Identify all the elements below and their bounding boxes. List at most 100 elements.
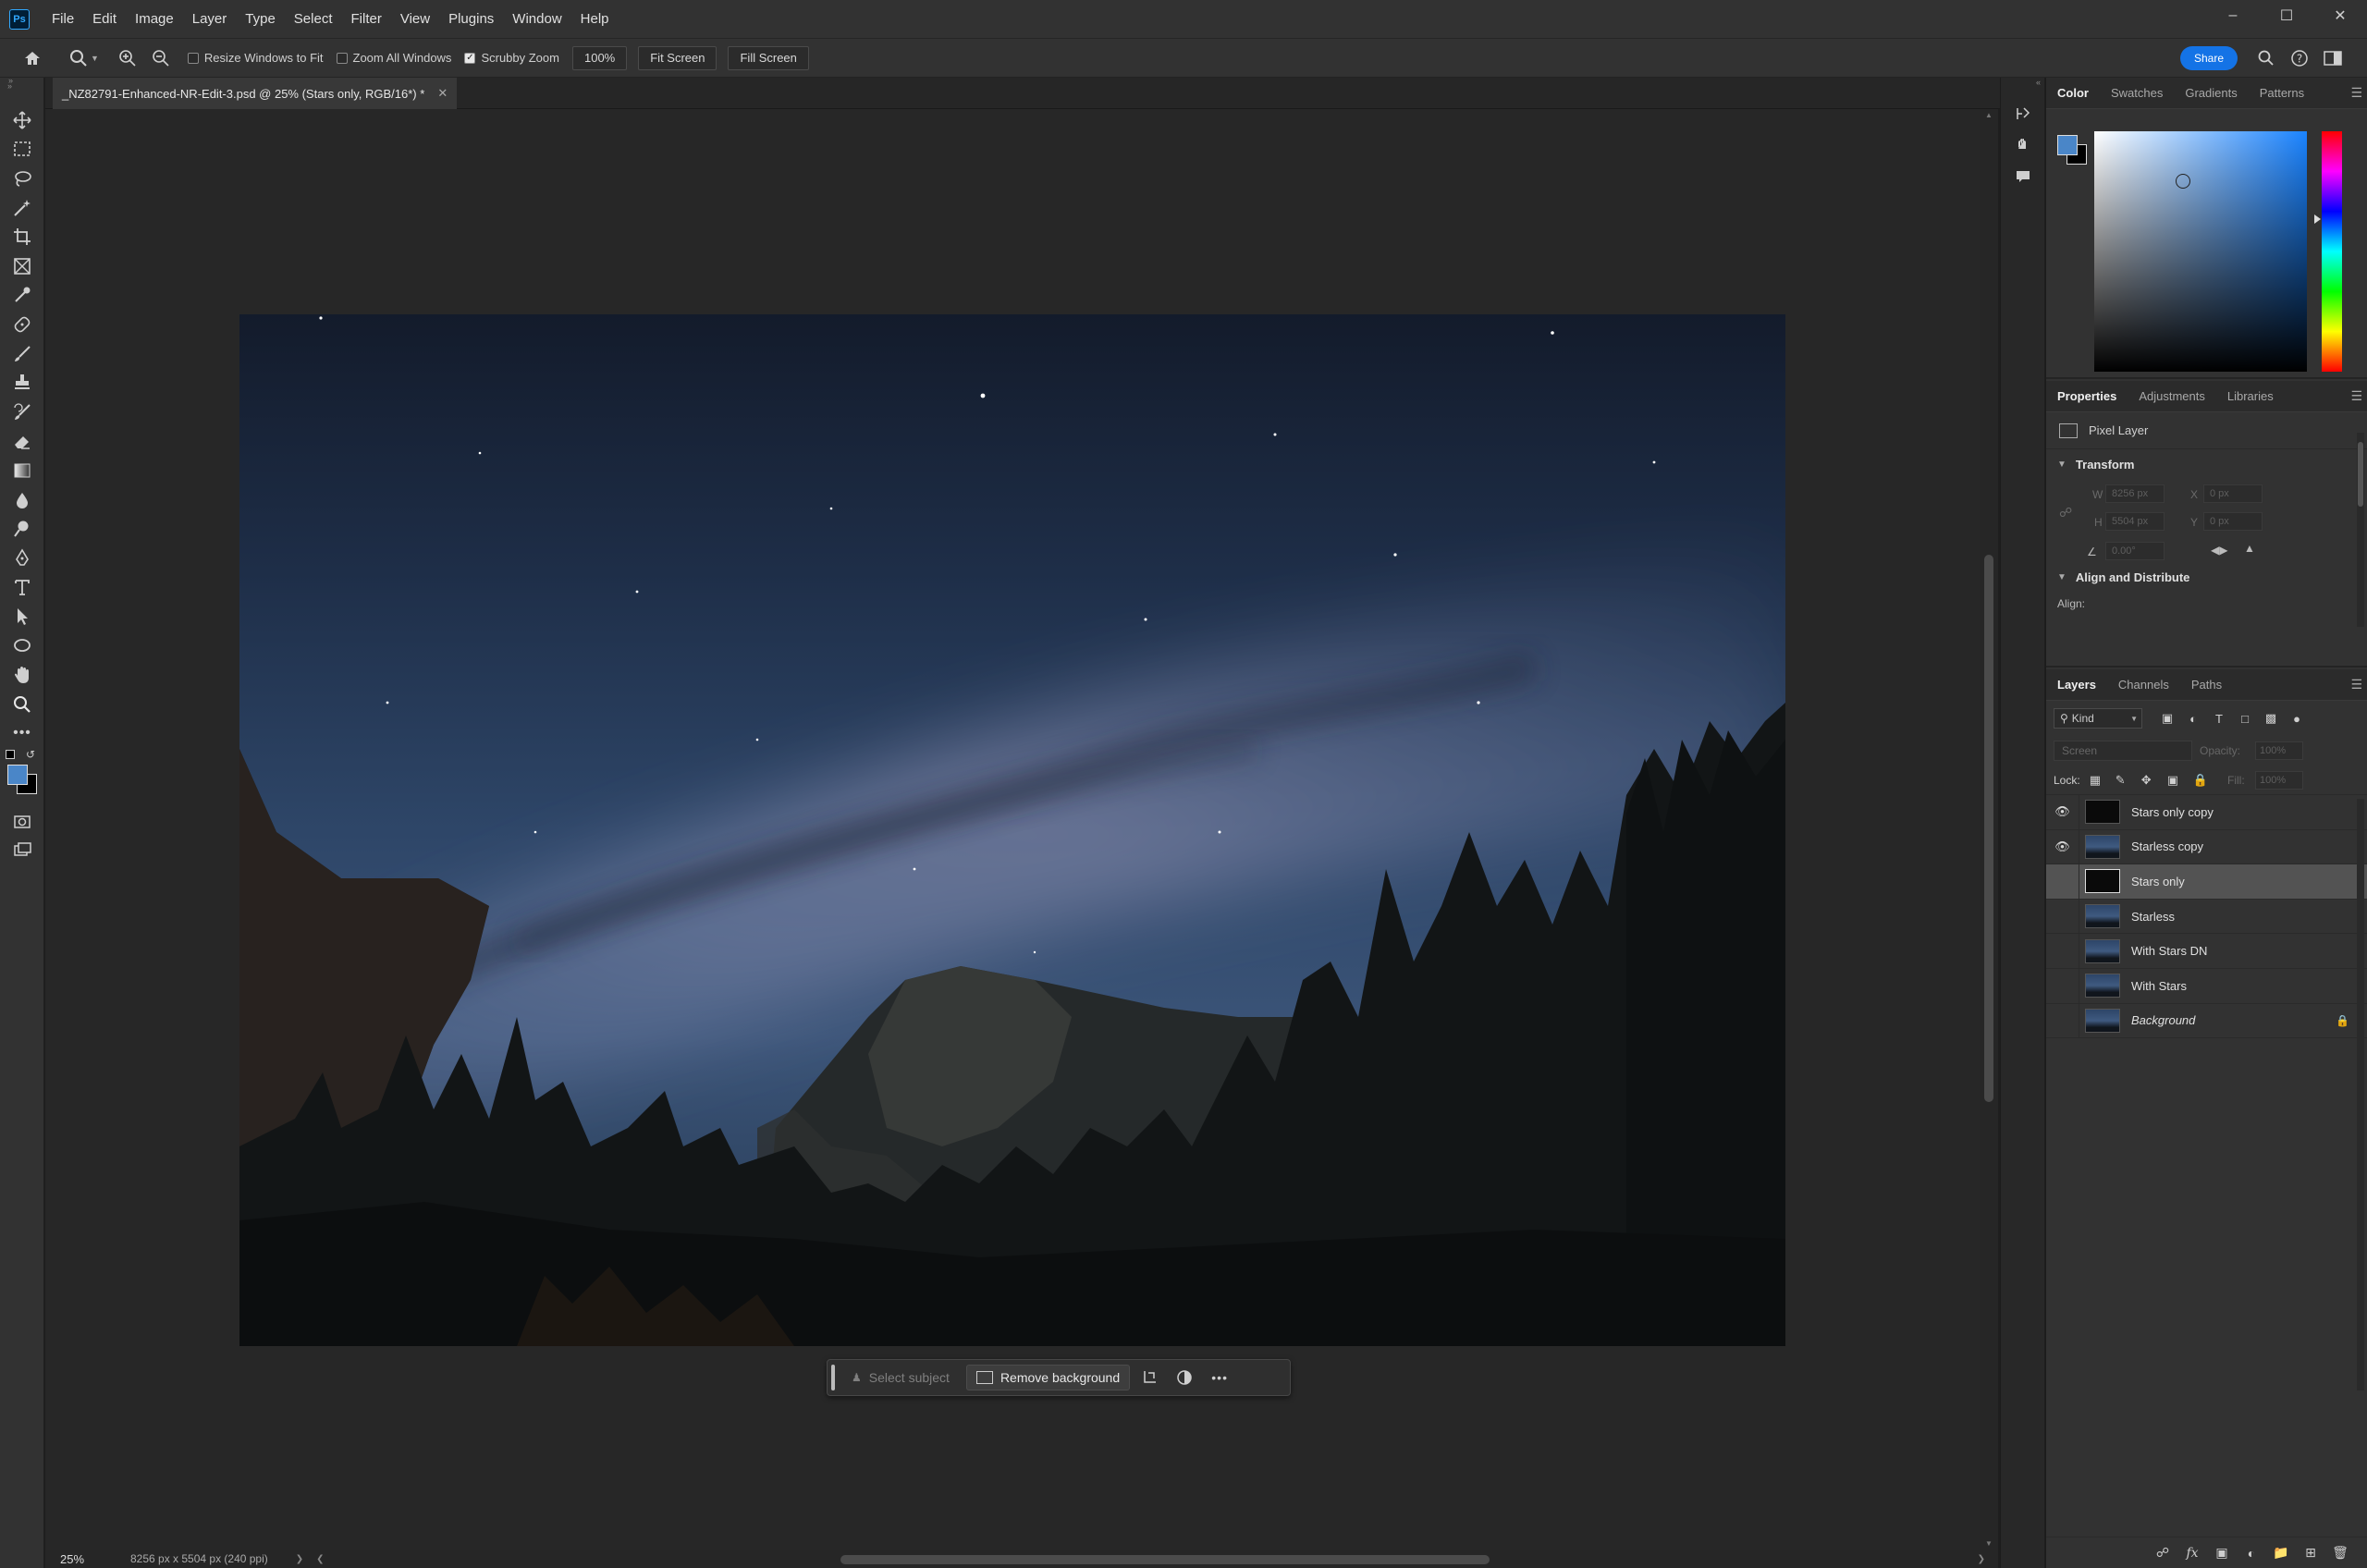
menu-type[interactable]: Type — [236, 0, 285, 39]
menu-layer[interactable]: Layer — [183, 0, 237, 39]
filter-pixel-icon[interactable]: ▣ — [2159, 710, 2176, 727]
filter-adjustment-icon[interactable]: ◐ — [2185, 710, 2201, 727]
drag-handle-icon[interactable] — [831, 1365, 835, 1390]
tab-channels[interactable]: Channels — [2107, 669, 2180, 701]
default-colors-icon[interactable] — [6, 750, 15, 760]
history-panel-icon[interactable] — [2001, 98, 2045, 129]
zoom-tool-preset-icon[interactable] — [65, 44, 92, 72]
document-canvas-image[interactable] — [239, 314, 1785, 1346]
healing-brush-tool-icon[interactable] — [0, 310, 44, 339]
lock-all-icon[interactable]: 🔒 — [2193, 773, 2210, 788]
x-field[interactable]: 0 px — [2203, 484, 2263, 503]
layer-row[interactable]: 👁 Starless copy — [2046, 829, 2367, 865]
link-layers-icon[interactable]: ☍ — [2148, 1545, 2177, 1561]
panel-menu-icon[interactable]: ☰ — [2350, 85, 2362, 101]
move-tool-icon[interactable] — [0, 105, 44, 135]
zoom-out-icon[interactable] — [147, 44, 175, 72]
blend-mode-select[interactable]: Screen — [2054, 741, 2192, 761]
visibility-toggle[interactable] — [2046, 968, 2079, 1003]
scroll-right-icon[interactable]: ❯ — [1978, 1554, 1985, 1564]
adjustment-layer-icon[interactable]: ◐ — [2237, 1546, 2266, 1561]
color-picker-cursor[interactable] — [2176, 174, 2190, 189]
kind-filter-select[interactable]: ⚲ Kind ▼ — [2054, 708, 2142, 729]
lock-transparent-icon[interactable]: ▦ — [2090, 773, 2106, 788]
tab-patterns[interactable]: Patterns — [2249, 78, 2315, 109]
search-icon[interactable] — [2254, 46, 2278, 70]
layer-row[interactable]: 👁 Stars only copy — [2046, 794, 2367, 830]
close-tab-icon[interactable]: ✕ — [437, 86, 448, 101]
lasso-tool-icon[interactable] — [0, 164, 44, 193]
select-subject-button[interactable]: ♟ Select subject — [842, 1365, 959, 1390]
fill-screen-button[interactable]: Fill Screen — [728, 45, 809, 70]
marquee-tool-icon[interactable] — [0, 135, 44, 165]
screen-mode-icon[interactable] — [0, 837, 44, 866]
fill-field[interactable]: 100% — [2255, 771, 2303, 790]
zoom-all-windows-checkbox[interactable]: Zoom All Windows — [336, 51, 451, 65]
visibility-toggle[interactable]: 👁 — [2046, 794, 2079, 829]
ellipse-tool-icon[interactable] — [0, 631, 44, 661]
hand-tool-icon[interactable] — [0, 660, 44, 690]
zoom-tool-icon[interactable] — [0, 690, 44, 719]
canvas-area[interactable]: ♟ Select subject Remove background ••• — [45, 109, 1980, 1550]
foreground-color-swatch[interactable] — [2057, 135, 2078, 155]
more-tools-icon[interactable]: ••• — [0, 718, 44, 748]
horizontal-scroll-thumb[interactable] — [840, 1555, 1490, 1564]
crop-mask-icon[interactable] — [1134, 1365, 1165, 1390]
close-window-icon[interactable]: ✕ — [2313, 0, 2367, 31]
add-mask-icon[interactable]: ▣ — [2207, 1545, 2237, 1561]
zoom-level[interactable]: 25% — [60, 1552, 116, 1566]
fx-icon[interactable]: fx — [2177, 1546, 2207, 1561]
layers-scrollbar[interactable] — [2357, 799, 2364, 1390]
tab-properties[interactable]: Properties — [2046, 381, 2128, 412]
clone-stamp-tool-icon[interactable] — [0, 368, 44, 398]
lock-position-icon[interactable]: ✥ — [2141, 773, 2158, 788]
menu-plugins[interactable]: Plugins — [439, 0, 503, 39]
adjustment-icon[interactable] — [1169, 1365, 1200, 1390]
crop-tool-icon[interactable] — [0, 222, 44, 251]
quick-mask-icon[interactable] — [0, 807, 44, 837]
new-layer-icon[interactable]: ⊞ — [2296, 1545, 2325, 1561]
visibility-toggle[interactable] — [2046, 1003, 2079, 1038]
comments-panel-icon[interactable] — [2001, 161, 2045, 192]
vertical-scrollbar[interactable]: ▲ ▼ — [1980, 109, 1998, 1550]
layer-row[interactable]: With Stars DN — [2046, 934, 2367, 969]
hue-slider[interactable] — [2322, 131, 2342, 372]
filter-smart-object-icon[interactable]: ▩ — [2263, 710, 2279, 727]
width-field[interactable]: 8256 px — [2105, 484, 2165, 503]
new-group-icon[interactable]: 📁 — [2266, 1545, 2296, 1561]
minimize-icon[interactable]: – — [2206, 0, 2260, 31]
scroll-up-icon[interactable]: ▲ — [1985, 111, 1993, 119]
scrubby-zoom-checkbox[interactable]: ✓ Scrubby Zoom — [464, 51, 559, 65]
actions-panel-icon[interactable] — [2001, 129, 2045, 161]
foreground-color-swatch[interactable] — [7, 765, 28, 786]
layer-row-selected[interactable]: Stars only — [2046, 864, 2367, 900]
eyedropper-tool-icon[interactable] — [0, 281, 44, 311]
tab-layers[interactable]: Layers — [2046, 669, 2107, 701]
menu-select[interactable]: Select — [285, 0, 342, 39]
dodge-tool-icon[interactable] — [0, 514, 44, 544]
panel-menu-icon[interactable]: ☰ — [2350, 388, 2362, 404]
hue-marker-icon[interactable] — [2314, 214, 2321, 224]
more-options-icon[interactable]: ••• — [1204, 1365, 1235, 1390]
tab-paths[interactable]: Paths — [2180, 669, 2233, 701]
angle-field[interactable]: 0.00° — [2105, 542, 2165, 560]
filter-toggle-icon[interactable]: ● — [2288, 710, 2305, 727]
scroll-left-icon[interactable]: ❮ — [316, 1554, 324, 1564]
zoom-in-icon[interactable] — [114, 44, 141, 72]
tab-libraries[interactable]: Libraries — [2216, 381, 2285, 412]
zoom-100-button[interactable]: 100% — [571, 45, 628, 70]
path-selection-tool-icon[interactable] — [0, 602, 44, 631]
tab-adjustments[interactable]: Adjustments — [2128, 381, 2216, 412]
menu-file[interactable]: File — [43, 0, 83, 39]
resize-windows-checkbox[interactable]: Resize Windows to Fit — [187, 51, 324, 65]
tab-swatches[interactable]: Swatches — [2100, 78, 2174, 109]
transform-section-header[interactable]: ▼ Transform — [2046, 449, 2367, 479]
tab-color[interactable]: Color — [2046, 78, 2100, 109]
pen-tool-icon[interactable] — [0, 544, 44, 573]
color-picker-field[interactable] — [2094, 131, 2307, 372]
menu-edit[interactable]: Edit — [83, 0, 126, 39]
opacity-field[interactable]: 100% — [2255, 741, 2303, 760]
eraser-tool-icon[interactable] — [0, 427, 44, 457]
y-field[interactable]: 0 px — [2203, 512, 2263, 531]
frame-tool-icon[interactable] — [0, 251, 44, 281]
